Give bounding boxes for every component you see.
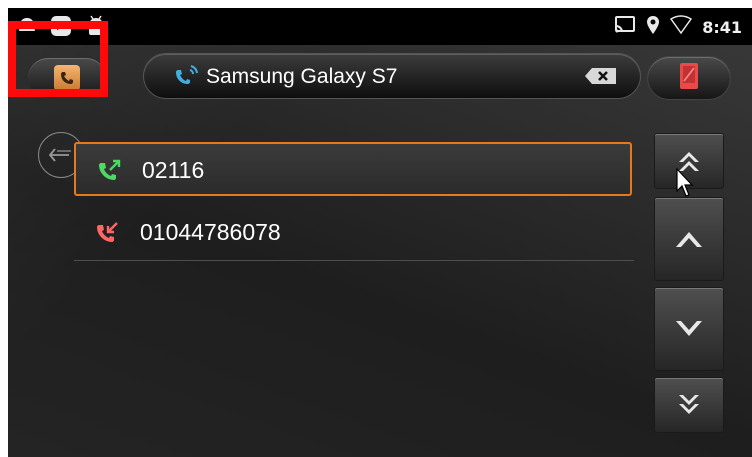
status-time: 8:41	[702, 17, 742, 37]
up-icon	[676, 232, 702, 247]
status-bar: 8:41	[8, 8, 752, 45]
backspace-icon[interactable]	[584, 67, 618, 85]
device-bar[interactable]: Samsung Galaxy S7	[144, 54, 640, 98]
scroll-down-button[interactable]	[655, 288, 723, 370]
outgoing-call-icon	[98, 158, 122, 182]
call-log-row[interactable]: 02116	[74, 142, 632, 196]
device-name: Samsung Galaxy S7	[206, 65, 398, 88]
annotation-highlight-box	[8, 21, 108, 97]
page-down-button[interactable]	[655, 378, 723, 432]
missed-call-icon	[96, 220, 120, 244]
scroll-up-button[interactable]	[655, 198, 723, 280]
call-log-row[interactable]: 01044786078	[74, 206, 632, 260]
call-number: 01044786078	[140, 219, 281, 245]
bluetooth-call-icon	[174, 64, 202, 92]
phone-device-button[interactable]	[648, 57, 730, 99]
down-icon	[676, 321, 702, 336]
status-right-icons: 8:41	[614, 15, 742, 39]
top-toolbar: Samsung Galaxy S7	[8, 45, 752, 105]
list-divider	[74, 260, 634, 261]
mouse-cursor-icon	[676, 167, 696, 202]
wifi-icon	[670, 15, 693, 39]
call-log-list: 02116 01044786078	[8, 105, 648, 457]
page-down-icon	[679, 395, 699, 414]
cast-icon	[614, 15, 636, 39]
phone-device-icon	[679, 62, 699, 94]
location-icon	[646, 15, 660, 39]
call-number: 02116	[142, 157, 205, 183]
car-head-unit-screen: 8:41 Samsung Galaxy S7 02116 01044786078	[8, 8, 752, 457]
back-arrow-icon	[48, 148, 71, 162]
